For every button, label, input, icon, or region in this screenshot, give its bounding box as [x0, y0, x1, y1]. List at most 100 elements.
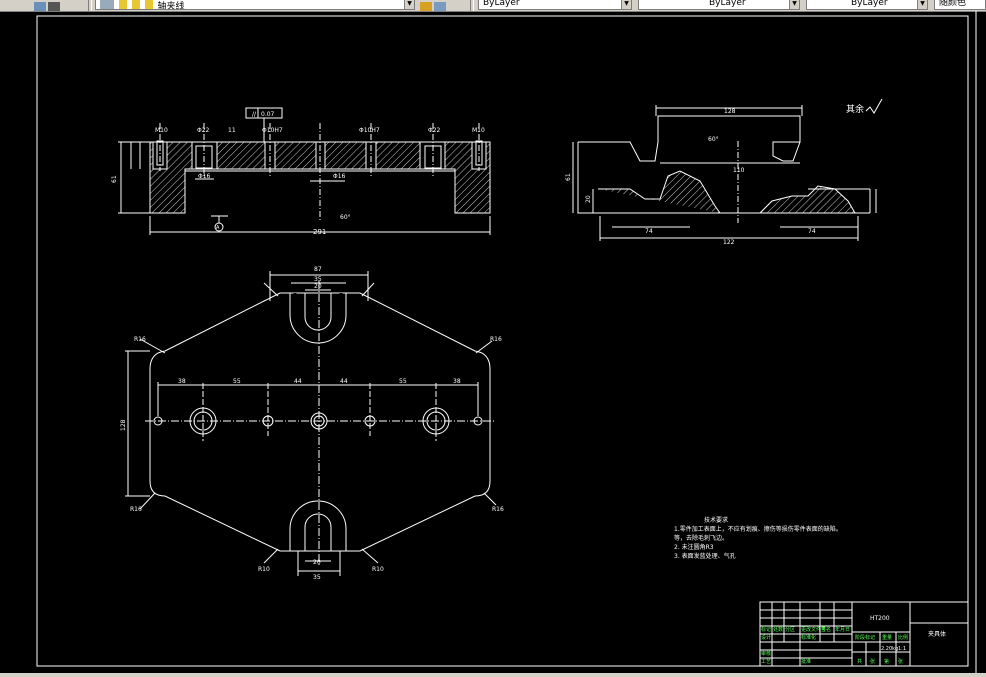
side-sub-height: 20 [585, 195, 592, 203]
title-block: 标记 处数 分区 更改文件号 签名 年月日 设计 标准化 阶段标记 重量 比例 … [759, 601, 969, 667]
color-value: ByLayer [483, 0, 520, 8]
tb-cell-13: 批准 [801, 658, 811, 665]
layer-state-icon[interactable] [48, 2, 60, 11]
tb-cell-7: 标准化 [801, 634, 816, 641]
front-total-length: 291 [313, 228, 326, 236]
front-label-5: Φ22 [428, 127, 441, 134]
side-half-left: 74 [645, 228, 653, 235]
front-label-3: Φ10H7 [262, 127, 283, 134]
plan-top-width: 87 [314, 266, 322, 273]
plan-slot-outer: 35 [314, 276, 322, 283]
layer-previous-icon[interactable] [434, 2, 446, 11]
front-label-4: Φ10H7 [359, 127, 380, 134]
tb-cell-1: 处数 [773, 626, 783, 633]
tb-weight: 2.20kg [881, 646, 898, 652]
front-label-1: Φ22 [197, 127, 210, 134]
tb-cell-12: 工艺 [761, 659, 771, 665]
tb-cell-15: 张 [870, 658, 875, 665]
drawing-canvas[interactable]: // 0.07 291 61 A 60° M10 Φ22 11 Φ10H7 Φ1… [0, 11, 986, 673]
tb-cell-2: 分区 [785, 626, 795, 633]
tb-scale: 1:1 [898, 646, 906, 652]
plan-view: 87 35 20 128 20 35 38 55 44 44 55 38 R16… [120, 266, 504, 581]
status-bar [0, 673, 986, 677]
lock-icon [144, 0, 153, 9]
notes-line1: 1.零件加工表面上，不应有划痕、擦伤等损伤零件表面的缺陷。 [674, 525, 842, 533]
radius-5: R10 [372, 566, 384, 573]
side-top-width: 128 [724, 108, 736, 115]
tb-cell-10: 比例 [898, 634, 908, 641]
spacing-4: 55 [399, 378, 407, 385]
roughness-note: 其余 [846, 103, 864, 115]
drawing-frame [36, 15, 969, 667]
linetype-combo[interactable]: ByLayer ▼ [638, 0, 800, 10]
flatness-value: 0.07 [261, 111, 275, 118]
datum-letter: A [216, 225, 220, 231]
radius-4: R10 [258, 566, 270, 573]
tb-cell-0: 标记 [761, 626, 771, 633]
side-half-right: 74 [808, 228, 816, 235]
side-mid-width: 110 [733, 167, 745, 174]
make-current-layer-icon[interactable] [420, 2, 432, 11]
tb-material: HT200 [870, 615, 890, 622]
notes-line1b: 等，去除毛刺飞边。 [674, 534, 728, 542]
plot-style-value: 随颜色 [939, 0, 967, 8]
color-combo[interactable]: ByLayer ▼ [478, 0, 632, 10]
front-angle: 60° [340, 214, 351, 221]
toolbar-icons-mid [420, 0, 448, 11]
lineweight-value: ByLayer [851, 0, 888, 8]
lineweight-combo[interactable]: ByLayer ▼ [806, 0, 928, 10]
toolbar-icons-left [34, 0, 62, 11]
sun-icon [131, 0, 140, 9]
spacing-3: 44 [340, 378, 348, 385]
tb-cell-14: 共 [857, 658, 862, 665]
front-label-2: 11 [228, 127, 236, 134]
notes-line3: 3. 表面发蓝处理、气孔 [674, 552, 736, 560]
flatness-symbol: // [252, 111, 257, 118]
technical-notes: 技术要求 1.零件加工表面上，不应有划痕、擦伤等损伤零件表面的缺陷。 等，去除毛… [674, 516, 842, 560]
tb-cell-11: 审核 [761, 650, 771, 657]
front-label-8: Φ16 [333, 173, 346, 180]
tb-cell-17: 张 [898, 658, 903, 665]
side-height: 61 [565, 173, 572, 181]
side-view: 128 110 122 74 74 61 20 60° 其余 [565, 98, 883, 246]
notes-line2: 2. 未注圆角R3 [674, 543, 714, 551]
plan-bottom-slot-inner: 20 [313, 559, 321, 566]
tb-cell-9: 重量 [882, 634, 892, 641]
tb-cell-6: 设计 [761, 634, 771, 641]
plan-slot-inner: 20 [314, 283, 322, 290]
plan-height: 128 [120, 419, 127, 431]
color-dropdown-arrow[interactable]: ▼ [621, 0, 631, 9]
tb-cell-8: 阶段标记 [855, 634, 875, 641]
radius-3: R16 [492, 506, 504, 513]
radius-1: R16 [490, 336, 502, 343]
tb-cell-5: 年月日 [835, 626, 850, 633]
spacing-0: 38 [178, 378, 186, 385]
notes-title: 技术要求 [704, 516, 728, 524]
layer-manager-icon[interactable] [34, 2, 46, 11]
linetype-value: ByLayer [709, 0, 746, 8]
side-angle: 60° [708, 136, 719, 143]
lineweight-dropdown-arrow[interactable]: ▼ [917, 0, 927, 9]
layer-name: 轴夹线 [157, 2, 185, 10]
layer-stack-icon [100, 0, 114, 9]
plot-style-combo[interactable]: 随颜色 [934, 0, 986, 10]
front-view: // 0.07 291 61 A 60° M10 Φ22 11 Φ10H7 Φ1… [111, 107, 491, 236]
plan-bottom-slot-outer: 35 [313, 574, 321, 581]
side-bottom-width: 122 [723, 239, 735, 246]
radius-0: R16 [134, 336, 146, 343]
spacing-1: 55 [233, 378, 241, 385]
front-label-0: M10 [155, 127, 168, 134]
front-label-6: M10 [472, 127, 485, 134]
front-label-7: Φ16 [198, 173, 211, 180]
tb-part-name: 夹具体 [928, 630, 946, 638]
layer-dropdown-arrow[interactable]: ▼ [404, 0, 414, 9]
layer-combo[interactable]: 轴夹线 ▼ [95, 0, 415, 10]
linetype-dropdown-arrow[interactable]: ▼ [789, 0, 799, 9]
spacing-2: 44 [294, 378, 302, 385]
tb-cell-16: 第 [884, 658, 889, 665]
spacing-5: 38 [453, 378, 461, 385]
lightbulb-icon [118, 0, 127, 9]
radius-2: R16 [130, 506, 142, 513]
tb-cell-4: 签名 [821, 626, 831, 633]
front-height: 61 [111, 175, 118, 183]
